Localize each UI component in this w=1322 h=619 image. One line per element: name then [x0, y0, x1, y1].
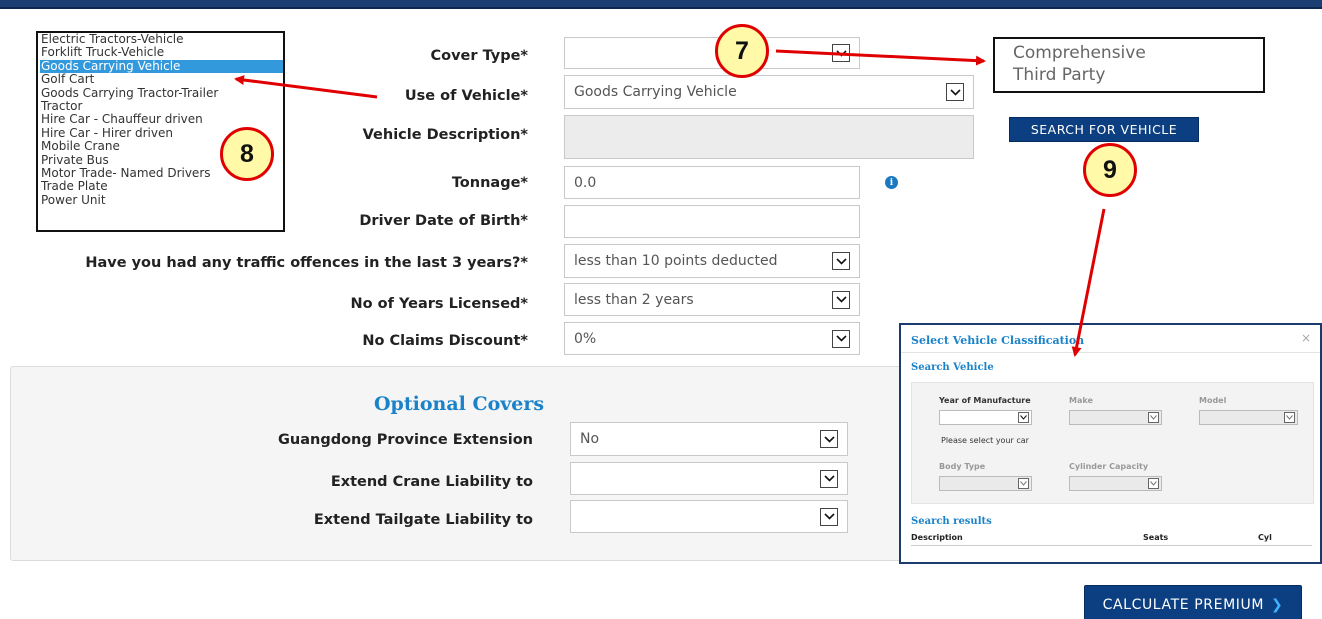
cover-option-comprehensive[interactable]: Comprehensive	[1013, 42, 1263, 64]
body-type-label: Body Type	[939, 462, 986, 471]
chevron-right-icon: ❯	[1271, 597, 1284, 613]
use-of-vehicle-label: Use of Vehicle*	[404, 88, 528, 104]
optional-covers-title: Optional Covers	[374, 393, 545, 415]
col-description: Description	[911, 533, 963, 542]
body-type-select	[939, 476, 1032, 491]
vehicle-list-item[interactable]: Trade Plate	[40, 180, 283, 194]
cylinder-capacity-select	[1069, 476, 1162, 491]
vehicle-description-field	[564, 115, 974, 159]
search-vehicle-heading: Search Vehicle	[911, 362, 994, 373]
cylinder-capacity-label: Cylinder Capacity	[1069, 462, 1149, 471]
driver-dob-label: Driver Date of Birth*	[359, 213, 528, 229]
tonnage-label: Tonnage*	[451, 175, 528, 191]
traffic-offences-select[interactable]: less than 10 points deducted	[564, 244, 860, 278]
years-licensed-value: less than 2 years	[574, 291, 694, 308]
guangdong-label: Guangdong Province Extension	[278, 432, 533, 448]
modal-title: Select Vehicle Classification	[911, 334, 1085, 347]
cover-option-third-party[interactable]: Third Party	[1013, 64, 1263, 86]
use-of-vehicle-value: Goods Carrying Vehicle	[574, 84, 737, 100]
vehicle-list-item[interactable]: Forklift Truck-Vehicle	[40, 45, 283, 59]
select-car-hint: Please select your car	[941, 436, 1029, 445]
guangdong-value: No	[580, 431, 600, 447]
crane-liability-select[interactable]	[570, 462, 848, 495]
vehicle-list-item[interactable]: Golf Cart	[40, 72, 283, 86]
traffic-offences-label: Have you had any traffic offences in the…	[85, 255, 528, 271]
close-icon[interactable]: ×	[1301, 331, 1311, 345]
vehicle-list-item[interactable]: Electric Tractors-Vehicle	[40, 32, 283, 46]
vehicle-list-item[interactable]: Goods Carrying Tractor-Trailer	[40, 86, 283, 100]
chevron-down-icon[interactable]	[1018, 412, 1029, 423]
results-header-rule	[911, 545, 1312, 546]
chevron-down-icon	[1018, 478, 1029, 489]
search-for-vehicle-button[interactable]: SEARCH FOR VEHICLE	[1009, 117, 1199, 142]
cover-type-options[interactable]: Comprehensive Third Party	[993, 37, 1265, 93]
chevron-down-icon[interactable]	[832, 329, 850, 348]
annotation-badge-7: 7	[715, 24, 769, 78]
tailgate-liability-select[interactable]	[570, 500, 848, 533]
make-label: Make	[1069, 396, 1093, 405]
tonnage-input[interactable]: 0.0	[564, 166, 860, 199]
years-licensed-label: No of Years Licensed*	[350, 296, 528, 312]
traffic-offences-value: less than 10 points deducted	[574, 253, 778, 269]
year-select[interactable]	[939, 410, 1032, 425]
chevron-down-icon[interactable]	[832, 290, 850, 309]
years-licensed-select[interactable]: less than 2 years	[564, 283, 860, 316]
cover-type-select[interactable]	[564, 37, 860, 69]
driver-dob-input[interactable]	[564, 205, 860, 238]
model-select	[1199, 410, 1298, 425]
vehicle-list-item[interactable]: Power Unit	[40, 193, 283, 207]
cover-type-label: Cover Type*	[430, 48, 528, 64]
use-of-vehicle-select[interactable]: Goods Carrying Vehicle	[564, 75, 974, 109]
modal-divider	[901, 352, 1320, 353]
tonnage-value: 0.0	[574, 174, 597, 191]
make-select	[1069, 410, 1162, 425]
chevron-down-icon[interactable]	[946, 83, 964, 101]
chevron-down-icon[interactable]	[832, 252, 850, 270]
annotation-badge-8: 8	[220, 127, 274, 181]
top-header-bar	[0, 0, 1322, 9]
calculate-premium-button[interactable]: CALCULATE PREMIUM ❯	[1084, 585, 1302, 619]
calculate-premium-label: CALCULATE PREMIUM	[1102, 597, 1265, 613]
crane-label: Extend Crane Liability to	[330, 474, 533, 490]
ncd-select[interactable]: 0%	[564, 322, 860, 355]
col-cyl: Cyl	[1258, 533, 1272, 542]
vehicle-list-item[interactable]: Tractor	[40, 99, 283, 113]
tailgate-label: Extend Tailgate Liability to	[313, 512, 533, 528]
chevron-down-icon[interactable]	[820, 507, 838, 526]
vehicle-list-item[interactable]: Goods Carrying Vehicle	[40, 59, 283, 74]
select-vehicle-classification-modal: Select Vehicle Classification × Search V…	[899, 323, 1322, 564]
guangdong-select[interactable]: No	[570, 422, 848, 456]
chevron-down-icon[interactable]	[820, 430, 838, 448]
annotation-badge-9: 9	[1083, 143, 1137, 197]
ncd-label: No Claims Discount*	[362, 333, 528, 349]
chevron-down-icon	[1284, 412, 1295, 423]
chevron-down-icon[interactable]	[832, 44, 850, 62]
year-of-manufacture-label: Year of Manufacture	[939, 396, 1031, 405]
chevron-down-icon	[1148, 478, 1159, 489]
chevron-down-icon	[1148, 412, 1159, 423]
col-seats: Seats	[1143, 533, 1169, 542]
info-icon[interactable]: i	[885, 176, 898, 189]
ncd-value: 0%	[574, 330, 597, 347]
model-label: Model	[1199, 396, 1227, 405]
vehicle-description-label: Vehicle Description*	[362, 127, 528, 143]
chevron-down-icon[interactable]	[820, 469, 838, 488]
search-results-heading: Search results	[911, 516, 992, 527]
search-vehicle-panel: Year of Manufacture Make Model Please se…	[911, 382, 1314, 504]
vehicle-list-item[interactable]: Hire Car - Chauffeur driven	[40, 113, 283, 127]
